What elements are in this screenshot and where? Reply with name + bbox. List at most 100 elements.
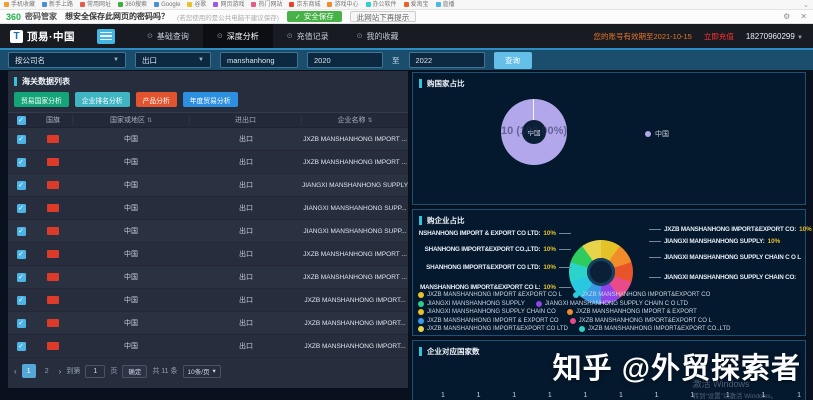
callout-label: NSHANHONG IMPORT & EXPORT CO LTD: (419, 230, 541, 237)
bookmark-item[interactable]: 谷歌 (187, 2, 206, 8)
legend-item[interactable]: JXZB MANSHANHONG IMPORT&EXPORT CO LTD (418, 326, 568, 332)
header-right: 您的账号有效期至2021-10-15 立即充值 18270960299 ▼ (593, 31, 803, 42)
row-company-name[interactable]: JXZB MANSHANHONG IMPORT... (302, 320, 408, 327)
menu-item-我的收藏[interactable]: ⊙我的收藏 (343, 24, 413, 48)
bookmark-item[interactable]: 爱淘宝 (404, 2, 429, 8)
query-button[interactable]: 查询 (494, 52, 532, 69)
row-checkbox[interactable]: ✓ (17, 342, 26, 351)
bookmark-item[interactable]: 手机收藏 (4, 2, 35, 8)
bookmark-item[interactable]: 新手上路 (42, 2, 73, 8)
callout-line (559, 267, 571, 268)
menu-item-基础查询[interactable]: ⊙基础查询 (133, 24, 203, 48)
bookmark-item[interactable]: Google (154, 2, 180, 8)
table-row[interactable]: ✓中国出口JIANGXI MANSHANHONG SUPPLY (8, 174, 408, 197)
legend-item[interactable]: JIANGXI MANSHANHONG SUPPLY CHAIN CO (418, 309, 556, 315)
page-number-1[interactable]: 1 (22, 364, 36, 378)
bookmark-item[interactable]: 京东商城 (289, 2, 320, 8)
page-size-select[interactable]: 10条/页 ▾ (183, 365, 221, 378)
legend-item[interactable]: JXZB MANSHANHONG IMPORT&EXPORT CO L (570, 318, 712, 324)
column-company[interactable]: 企业名称⇅ (302, 115, 408, 125)
legend-item[interactable]: JIANGXI MANSHANHONG SUPPLY (418, 301, 525, 307)
row-company-name[interactable]: JXZB MANSHANHONG IMPORT... (302, 343, 408, 350)
row-checkbox[interactable]: ✓ (17, 204, 26, 213)
row-company-name[interactable]: JIANGXI MANSHANHONG SUPP... (302, 205, 408, 212)
row-company-name[interactable]: JIANGXI MANSHANHONG SUPPLY (302, 182, 408, 189)
page-number-2[interactable]: 2 (40, 364, 54, 378)
dismiss-password-button[interactable]: 此网站下再提示 (350, 11, 417, 22)
row-checkbox[interactable]: ✓ (17, 181, 26, 190)
table-row[interactable]: ✓中国出口JXZB MANSHANHONG IMPORT ... (8, 151, 408, 174)
row-company-name[interactable]: JXZB MANSHANHONG IMPORT ... (302, 274, 408, 281)
menu-item-深度分析[interactable]: ⊙深度分析 (203, 24, 273, 48)
row-company-name[interactable]: JXZB MANSHANHONG IMPORT ... (302, 136, 408, 143)
donut-callout: JXZB MANSHANHONG IMPORT&EXPORT CO:10% (649, 226, 812, 233)
goto-page-input[interactable]: 1 (85, 365, 105, 378)
column-country[interactable]: 国家或地区⇅ (72, 115, 190, 125)
keyword-input[interactable]: manshanhong (220, 52, 298, 68)
bookmark-item[interactable]: 常用网址 (80, 2, 111, 8)
legend-item[interactable]: JIANGXI MANSHANHONG SUPPLY CHAIN C O LTD (536, 301, 688, 307)
sort-icon[interactable]: ⇅ (367, 118, 372, 124)
row-company-name[interactable]: JXZB MANSHANHONG IMPORT ... (302, 159, 408, 166)
search-field-select[interactable]: 按公司名▼ (8, 52, 126, 68)
trade-type-select[interactable]: 出口▼ (135, 52, 211, 68)
row-checkbox[interactable]: ✓ (17, 135, 26, 144)
row-checkbox[interactable]: ✓ (17, 227, 26, 236)
table-row[interactable]: ✓中国出口JIANGXI MANSHANHONG SUPP... (8, 220, 408, 243)
row-company-name[interactable]: JXZB MANSHANHONG IMPORT... (302, 297, 408, 304)
country-legend-item[interactable]: 中国 (645, 129, 669, 139)
bookmark-item[interactable]: 办公软件 (366, 2, 397, 8)
table-row[interactable]: ✓中国出口JXZB MANSHANHONG IMPORT... (8, 335, 408, 358)
column-trade: 进出口 (190, 115, 302, 125)
row-checkbox[interactable]: ✓ (17, 158, 26, 167)
bookmark-item[interactable]: 热门网站 (251, 2, 282, 8)
goto-confirm-button[interactable]: 确定 (122, 365, 147, 378)
gear-icon[interactable]: ⚙ (783, 12, 790, 21)
close-icon[interactable]: ✕ (800, 12, 807, 21)
bookmark-item[interactable]: 网页游戏 (213, 2, 244, 8)
legend-item[interactable]: JXZB MANSHANHONG IMPORT & EXPORT (567, 309, 697, 315)
recharge-link[interactable]: 立即充值 (704, 31, 734, 42)
row-checkbox[interactable]: ✓ (17, 250, 26, 259)
row-checkbox[interactable]: ✓ (17, 273, 26, 282)
legend-item[interactable]: JXZB MANSHANHONG IMPORT&EXPORT CO.,LTD (579, 326, 731, 332)
callout-label: JIANGXI MANSHANHONG SUPPLY CHAIN C O L (664, 254, 801, 261)
year-from-input[interactable]: 2020 (307, 52, 383, 68)
row-checkbox[interactable]: ✓ (17, 296, 26, 305)
row-company-name[interactable]: JIANGXI MANSHANHONG SUPP... (302, 228, 408, 235)
analysis-button[interactable]: 贸易国家分析 (14, 92, 69, 107)
select-all-checkbox[interactable]: ✓ (17, 116, 26, 125)
analysis-button[interactable]: 年度贸易分析 (183, 92, 238, 107)
bookmark-item[interactable]: 直播 (436, 2, 455, 8)
legend-label: JXZB MANSHANHONG IMPORT & EXPORT CO (427, 318, 559, 324)
row-company-name[interactable]: JXZB MANSHANHONG IMPORT ... (302, 251, 408, 258)
table-body: ✓中国出口JXZB MANSHANHONG IMPORT ...✓中国出口JXZ… (8, 128, 408, 358)
menu-item-充值记录[interactable]: ⊙充值记录 (273, 24, 343, 48)
password-save-message: 想安全保存此网页的密码吗？ (65, 11, 169, 22)
legend-item[interactable]: JXZB MANSHANHONG IMPORT &EXPORT CO L (418, 292, 562, 298)
legend-item[interactable]: JXZB MANSHANHONG IMPORT&EXPORT CO (573, 292, 710, 298)
table-row[interactable]: ✓中国出口JXZB MANSHANHONG IMPORT ... (8, 243, 408, 266)
next-page-button[interactable]: › (59, 367, 62, 376)
legend-item[interactable]: JXZB MANSHANHONG IMPORT & EXPORT CO (418, 318, 559, 324)
hamburger-menu-icon[interactable] (97, 29, 115, 44)
table-row[interactable]: ✓中国出口JXZB MANSHANHONG IMPORT... (8, 312, 408, 335)
analysis-button[interactable]: 产品分析 (136, 92, 177, 107)
prev-page-button[interactable]: ‹ (14, 367, 17, 376)
save-password-button[interactable]: ✓ 安全保存 (287, 11, 342, 22)
table-row[interactable]: ✓中国出口JXZB MANSHANHONG IMPORT ... (8, 266, 408, 289)
table-row[interactable]: ✓中国出口JXZB MANSHANHONG IMPORT ... (8, 128, 408, 151)
year-to-input[interactable]: 2022 (409, 52, 485, 68)
account-phone-dropdown[interactable]: 18270960299 ▼ (746, 32, 803, 41)
bookmark-item[interactable]: 游戏中心 (327, 2, 358, 8)
password-manager-label: 密码管家 (25, 11, 57, 22)
row-checkbox[interactable]: ✓ (17, 319, 26, 328)
table-row[interactable]: ✓中国出口JXZB MANSHANHONG IMPORT... (8, 289, 408, 312)
bookmarks-overflow-icon[interactable]: ⌄ (803, 1, 809, 9)
sort-icon[interactable]: ⇅ (147, 118, 152, 124)
bookmark-item[interactable]: 360搜索 (118, 2, 147, 8)
bar-value-label: 1 (655, 392, 659, 399)
analysis-button[interactable]: 企业排名分析 (75, 92, 130, 107)
chevron-down-icon: ▼ (797, 35, 803, 41)
table-row[interactable]: ✓中国出口JIANGXI MANSHANHONG SUPP... (8, 197, 408, 220)
